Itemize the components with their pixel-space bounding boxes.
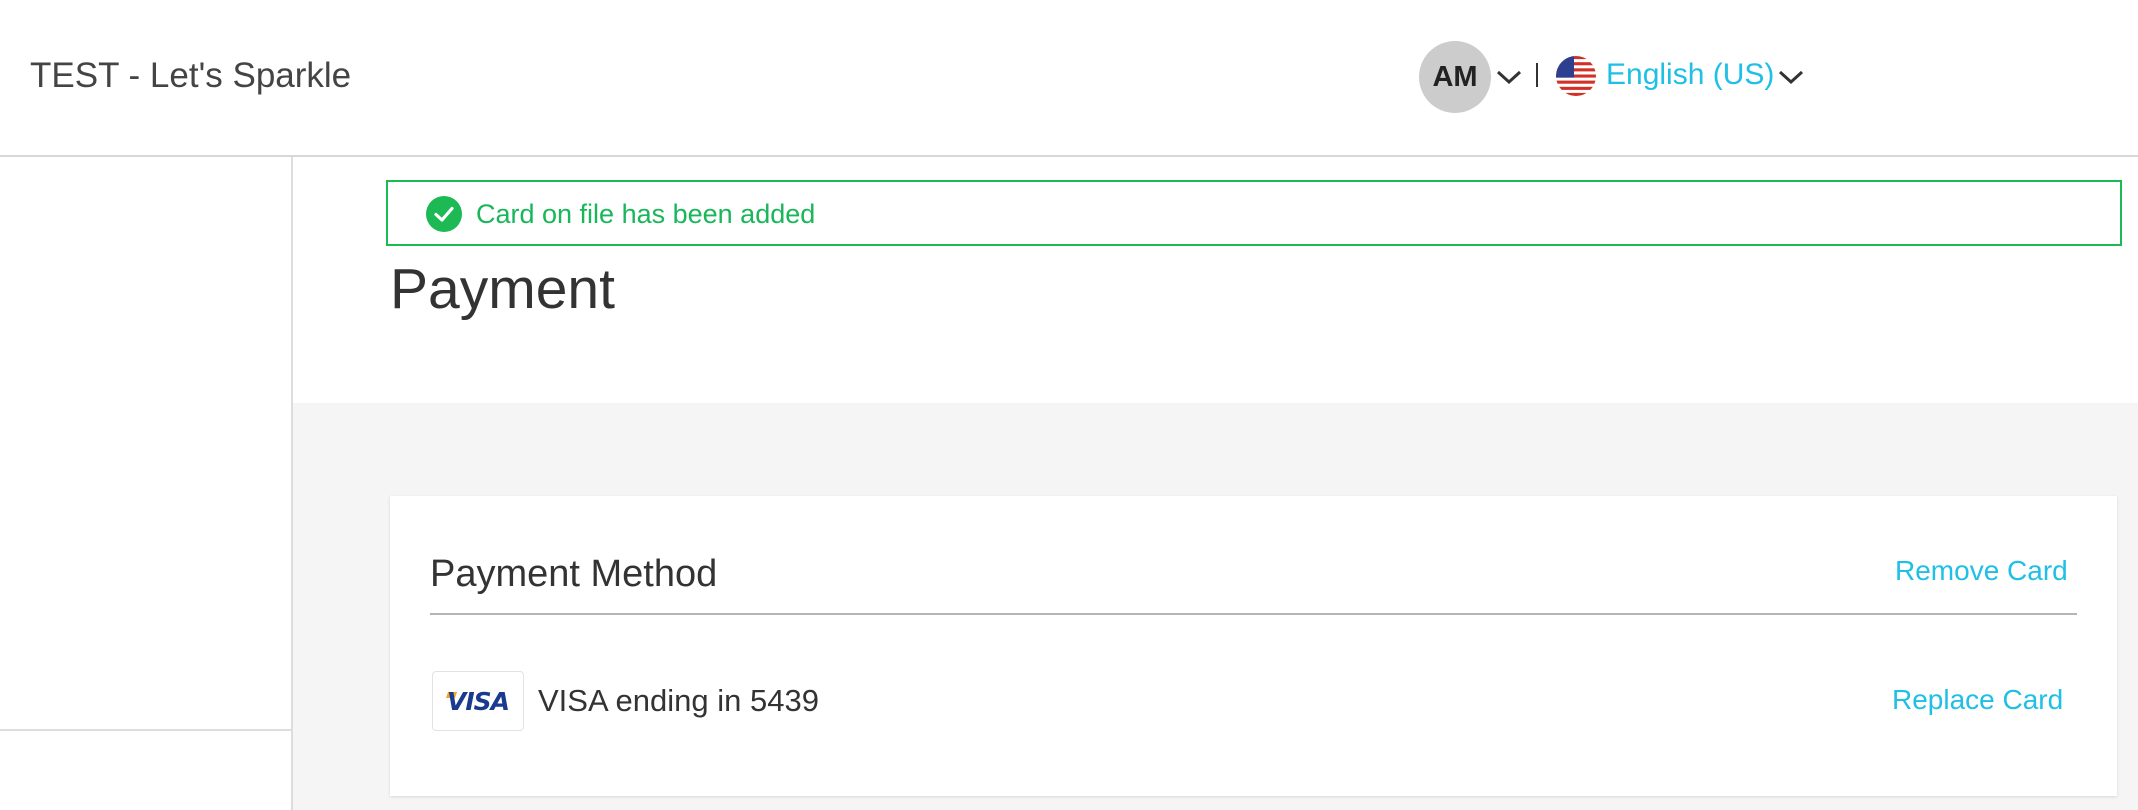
us-flag-icon — [1556, 56, 1596, 96]
card-divider — [430, 613, 2077, 615]
sidebar — [0, 157, 293, 810]
payment-method-card: Payment Method Remove Card VISA VISA end… — [390, 496, 2117, 796]
header-divider — [1536, 63, 1538, 87]
language-selector[interactable]: English (US) — [1606, 57, 1774, 93]
language-chevron-down-icon[interactable] — [1776, 67, 1806, 87]
sidebar-divider — [0, 729, 291, 731]
payment-method-title: Payment Method — [430, 553, 718, 595]
visa-logo-text: VISA — [446, 687, 510, 716]
alert-message: Card on file has been added — [476, 199, 816, 229]
remove-card-link[interactable]: Remove Card — [1895, 554, 2068, 588]
check-circle-icon — [426, 196, 462, 232]
app-title: TEST - Let's Sparkle — [30, 56, 352, 95]
card-description: VISA ending in 5439 — [538, 683, 819, 718]
replace-card-link[interactable]: Replace Card — [1892, 683, 2063, 717]
success-alert: Card on file has been added — [386, 180, 2122, 246]
user-avatar[interactable]: AM — [1419, 41, 1491, 113]
page-title: Payment — [390, 257, 615, 321]
main-content: Card on file has been added Payment Paym… — [293, 157, 2138, 810]
visa-logo: VISA — [432, 671, 524, 731]
user-menu-chevron-down-icon[interactable] — [1494, 67, 1524, 87]
top-header: TEST - Let's Sparkle AM English (US) — [0, 0, 2138, 157]
